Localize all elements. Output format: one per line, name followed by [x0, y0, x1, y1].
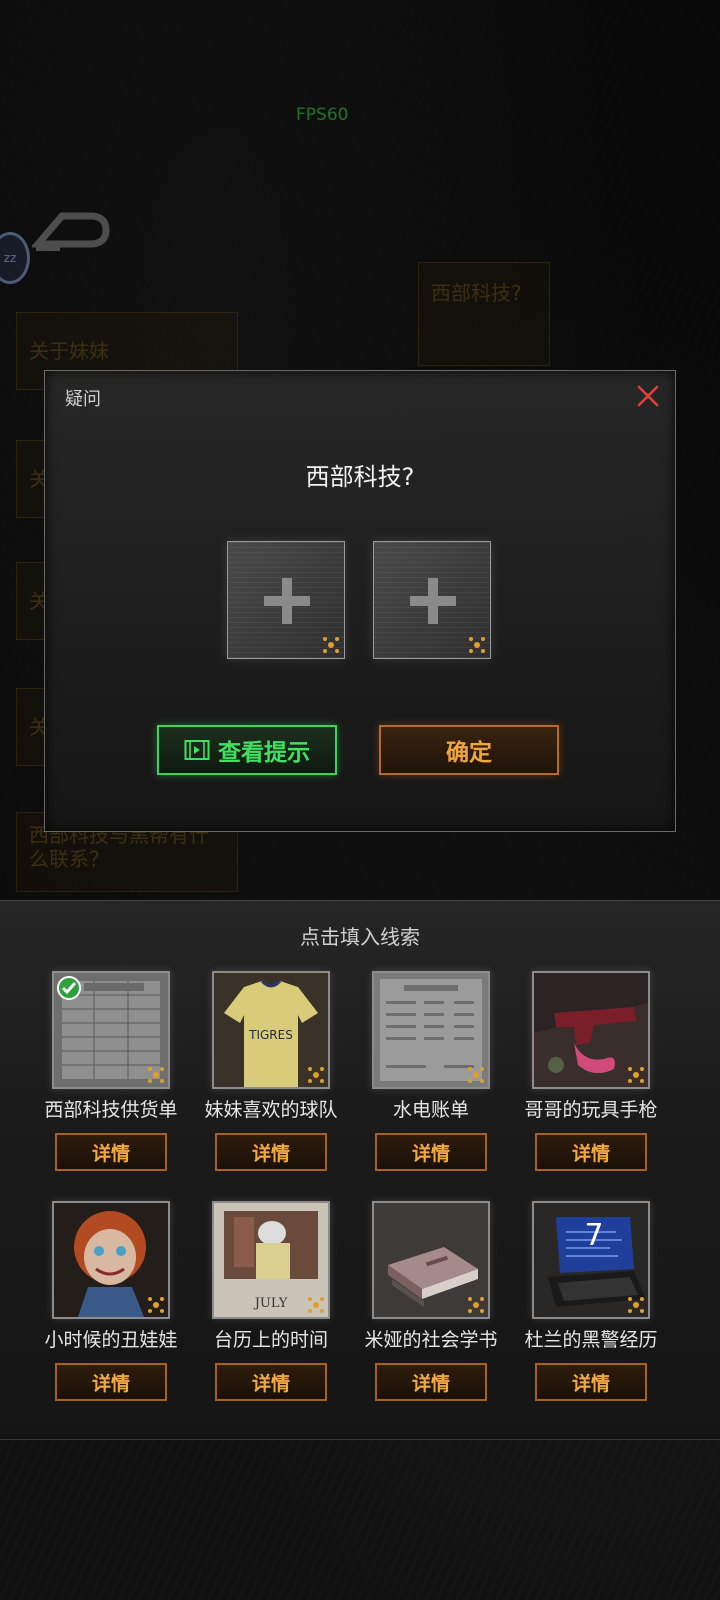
- clue-name: 西部科技供货单: [44, 1099, 178, 1121]
- clue-name: 妹妹喜欢的球队: [204, 1099, 338, 1121]
- clue-gem-icon: [469, 637, 485, 653]
- clue-name: 小时候的丑娃娃: [44, 1329, 178, 1351]
- clue-gem-icon: [148, 1297, 164, 1313]
- clue-gem-icon: [308, 1297, 324, 1313]
- detail-button[interactable]: 详情: [215, 1363, 327, 1401]
- plus-icon: [264, 578, 310, 624]
- clue-thumbnail[interactable]: [52, 1201, 170, 1319]
- clue-slot-2[interactable]: [373, 541, 491, 659]
- close-icon[interactable]: [635, 383, 661, 409]
- confirm-button[interactable]: 确定: [379, 725, 559, 775]
- calendar-month: JULY: [253, 1296, 288, 1311]
- clue-name: 杜兰的黑警经历: [524, 1329, 658, 1351]
- jersey-text: TIGRES: [248, 1028, 293, 1042]
- detail-button[interactable]: 详情: [535, 1363, 647, 1401]
- clue-name: 台历上的时间: [213, 1329, 328, 1351]
- clue-thumbnail[interactable]: 7: [532, 1201, 650, 1319]
- detail-button[interactable]: 详情: [375, 1133, 487, 1171]
- dialog-title: 疑问: [65, 389, 101, 410]
- detail-button[interactable]: 详情: [535, 1133, 647, 1171]
- question-text: 西部科技?: [305, 463, 415, 491]
- view-hint-label: 查看提示: [218, 740, 310, 766]
- clue-gem-icon: [468, 1067, 484, 1083]
- detail-button[interactable]: 详情: [375, 1363, 487, 1401]
- clue-thumbnail[interactable]: TIGRES: [212, 971, 330, 1089]
- clue-thumbnail[interactable]: [372, 1201, 490, 1319]
- clue-name: 水电账单: [392, 1099, 469, 1121]
- plus-icon: [410, 578, 456, 624]
- clue-name: 米娅的社会学书: [364, 1329, 498, 1351]
- view-hint-button[interactable]: 查看提示: [157, 725, 337, 775]
- clue-thumbnail[interactable]: [52, 971, 170, 1089]
- detail-button[interactable]: 详情: [215, 1133, 327, 1171]
- clue-gem-icon: [148, 1067, 164, 1083]
- detail-button[interactable]: 详情: [55, 1363, 167, 1401]
- clue-gem-icon: [323, 637, 339, 653]
- clue-gem-icon: [628, 1067, 644, 1083]
- clue-gem-icon: [628, 1297, 644, 1313]
- clue-thumbnail[interactable]: [532, 971, 650, 1089]
- detail-button[interactable]: 详情: [55, 1133, 167, 1171]
- clue-name: 哥哥的玩具手枪: [524, 1099, 658, 1121]
- clue-thumbnail[interactable]: [372, 971, 490, 1089]
- question-dialog: 疑问 西部科技? 查看提示 确定: [44, 370, 676, 832]
- clue-panel: 点击填入线索 西部科技供货单 详情 TIGRES 妹妹喜欢的球队 详情 水电账单…: [0, 900, 720, 1440]
- clue-thumbnail[interactable]: JULY: [212, 1201, 330, 1319]
- clue-slot-1[interactable]: [227, 541, 345, 659]
- clue-panel-title: 点击填入线索: [300, 925, 420, 949]
- checkmark-icon: [57, 976, 81, 1000]
- clue-gem-icon: [468, 1297, 484, 1313]
- laptop-screen-number: 7: [584, 1218, 603, 1253]
- video-icon: [184, 740, 210, 760]
- clue-gem-icon: [308, 1067, 324, 1083]
